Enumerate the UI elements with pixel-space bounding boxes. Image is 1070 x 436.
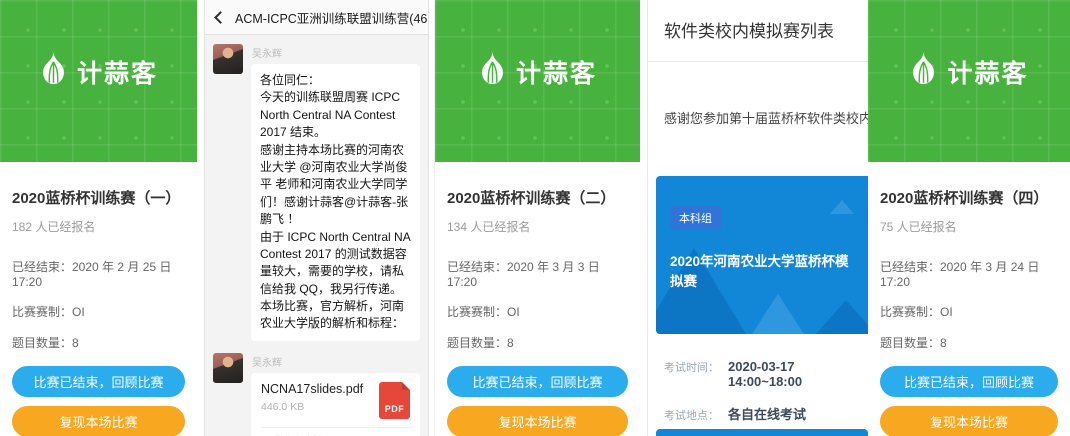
mountain-decoration [830,200,854,214]
sender-avatar[interactable] [213,353,243,383]
file-name: NCNA17slides.pdf [261,382,371,396]
intro-text: 感谢您参加第十届蓝桥杯软件类校内模拟赛，您的报名 [664,108,868,127]
problem-count: 题目数量：8 [880,334,1058,351]
jisuanke-header: 计蒜客 [0,0,197,162]
replay-contest-button[interactable]: 复现本场比赛 [880,406,1058,436]
contest-format: 比赛赛制：OI [12,303,185,320]
wechat-chat-panel: ACM-ICPC亚洲训练联盟训练营(462) 吴永辉 各位同仁： 今天的训练联盟… [204,0,429,436]
pdf-file-icon: PDF [379,382,410,419]
group-badge: 本科组 [670,206,721,230]
contest-panel-3: 计蒜客 2020蓝桥杯训练赛（四） 75 人已经报名 已经结束：2020 年 3… [868,0,1070,436]
enrolled-count: 75 人已经报名 [880,218,1058,235]
contest-title: 2020蓝桥杯训练赛（二） [447,187,628,208]
page-title: 软件类校内模拟赛列表 [664,17,868,42]
problem-count: 题目数量：8 [12,334,185,351]
end-time: 已经结束：2020 年 3 月 3 日 17:20 [447,258,628,289]
sender-avatar[interactable] [213,44,243,74]
exam-place-label: 考试地点： [664,407,719,423]
contest-format: 比赛赛制：OI [880,303,1058,320]
contest-panel-2: 计蒜客 2020蓝桥杯训练赛（二） 134 人已经报名 已经结束：2020 年 … [434,0,640,436]
jisuanke-logo: 计蒜客 [909,51,1028,94]
contest-panel-1: 计蒜客 2020蓝桥杯训练赛（一） 182 人已经报名 已经结束：2020 年 … [0,0,197,436]
divider [648,61,868,62]
enrolled-count: 182 人已经报名 [12,218,185,235]
replay-contest-button[interactable]: 复现本场比赛 [12,406,185,436]
chat-file-message: 吴永辉 NCNA17slides.pdf 446.0 KB PDF [213,353,420,436]
jisuanke-header: 计蒜客 [868,0,1070,162]
exam-time-value: 2020-03-17 14:00~18:00 [728,359,868,389]
contest-format: 比赛赛制：OI [447,303,628,320]
jisuanke-header: 计蒜客 [435,0,640,162]
sender-name: 吴永辉 [252,45,420,60]
next-card-top-edge [656,429,868,436]
exam-place-row: 考试地点： 各自在线考试 [664,404,868,423]
contest-title: 2020蓝桥杯训练赛（一） [12,187,185,208]
mock-contest-card[interactable]: 本科组 2020年河南农业大学蓝桥杯模拟赛 [656,176,868,334]
chat-title: ACM-ICPC亚洲训练联盟训练营(462) [235,8,429,27]
contest-title: 2020蓝桥杯训练赛（四） [880,187,1058,208]
review-contest-button[interactable]: 比赛已结束，回顾比赛 [447,366,628,397]
enrolled-count: 134 人已经报名 [447,218,628,235]
file-size: 446.0 KB [261,401,371,413]
file-attachment[interactable]: NCNA17slides.pdf 446.0 KB PDF 微信电脑版 [251,373,420,436]
exam-time-label: 考试时间： [664,359,719,375]
review-contest-button[interactable]: 比赛已结束，回顾比赛 [880,366,1058,397]
garlic-icon [478,51,507,94]
logo-text: 计蒜客 [947,54,1028,90]
mountain-decoration [752,294,804,334]
garlic-icon [39,51,68,94]
chat-message: 吴永辉 各位同仁： 今天的训练联盟周赛 ICPC North Central N… [213,44,420,341]
back-icon[interactable] [214,11,227,24]
jisuanke-logo: 计蒜客 [39,51,158,94]
end-time: 已经结束：2020 年 2 月 25 日 17:20 [12,258,185,289]
exam-time-row: 考试时间： 2020-03-17 14:00~18:00 [664,359,868,389]
sender-name: 吴永辉 [252,354,420,369]
screenshot-collage: 计蒜客 2020蓝桥杯训练赛（一） 182 人已经报名 已经结束：2020 年 … [0,0,1070,436]
message-bubble: 各位同仁： 今天的训练联盟周赛 ICPC North Central NA Co… [251,64,420,341]
review-contest-button[interactable]: 比赛已结束，回顾比赛 [12,366,185,397]
exam-place-value: 各自在线考试 [728,404,806,423]
end-time: 已经结束：2020 年 3 月 24 日 17:20 [880,258,1058,289]
jisuanke-logo: 计蒜客 [478,51,597,94]
chat-message-list: 吴永辉 各位同仁： 今天的训练联盟周赛 ICPC North Central N… [205,35,428,436]
problem-count: 题目数量：8 [447,334,628,351]
mountain-decoration [816,300,868,334]
mock-card-title: 2020年河南农业大学蓝桥杯模拟赛 [670,250,854,290]
logo-text: 计蒜客 [77,54,158,90]
garlic-icon [909,51,938,94]
mock-contest-list-panel: 软件类校内模拟赛列表 感谢您参加第十届蓝桥杯软件类校内模拟赛，您的报名 本科组 … [647,0,868,436]
chat-header: ACM-ICPC亚洲训练联盟训练营(462) [205,0,428,35]
replay-contest-button[interactable]: 复现本场比赛 [447,406,628,436]
logo-text: 计蒜客 [516,54,597,90]
